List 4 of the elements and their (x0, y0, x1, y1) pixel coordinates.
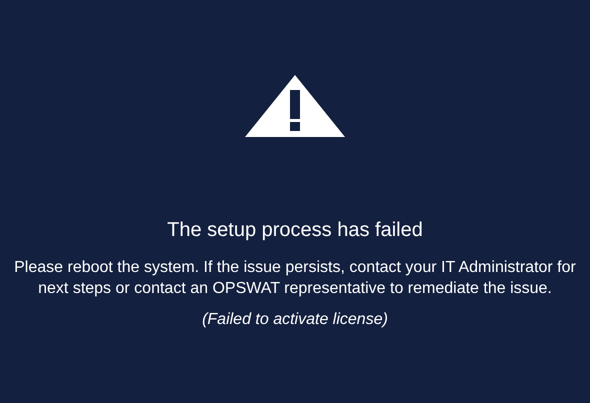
error-message: Please reboot the system. If the issue persists, contact your IT Administrator for next steps or contact an OPSWAT representative to remediate the issue. (13, 258, 577, 299)
error-title: The setup process has failed (167, 218, 423, 243)
warning-icon (245, 75, 345, 137)
error-detail: (Failed to activate license) (202, 310, 388, 330)
